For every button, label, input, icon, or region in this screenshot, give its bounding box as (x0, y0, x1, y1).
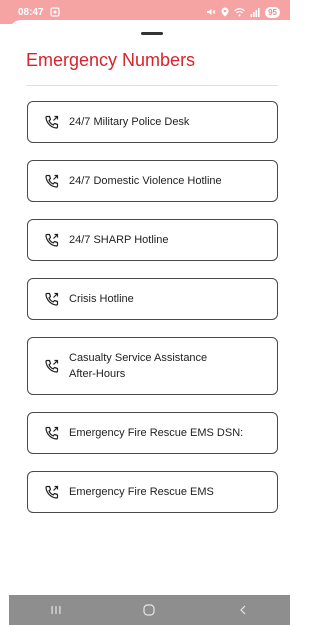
phone-outgoing-icon (44, 425, 60, 441)
status-right: 95 (206, 6, 280, 18)
phone-outgoing-icon (44, 291, 60, 307)
list-item-label: Emergency Fire Rescue EMS (69, 486, 214, 498)
page-title: Emergency Numbers (26, 50, 196, 70)
recent-apps-button[interactable] (36, 604, 76, 616)
wifi-icon (234, 7, 246, 16)
list-item-military-police[interactable]: 24/7 Military Police Desk (27, 101, 278, 143)
mute-icon (207, 9, 216, 15)
list-item-label: Emergency Fire Rescue EMS DSN: (69, 427, 244, 439)
phone-outgoing-icon (44, 358, 60, 374)
phone-outgoing-icon (44, 232, 60, 248)
list-item-casualty-assistance[interactable]: Casualty Service Assistance After-Hours (27, 337, 278, 395)
status-left: 08:47 (18, 7, 60, 18)
home-button[interactable] (129, 603, 169, 617)
back-icon (240, 605, 246, 615)
list-item-domestic-violence[interactable]: 24/7 Domestic Violence Hotline (27, 160, 278, 202)
list-item-crisis-hotline[interactable]: Crisis Hotline (27, 278, 278, 320)
screenshot-icon (49, 7, 60, 17)
divider (26, 85, 278, 86)
phone-outgoing-icon (44, 114, 60, 130)
list-item-sharp-hotline[interactable]: 24/7 SHARP Hotline (27, 219, 278, 261)
battery-badge: 95 (265, 6, 280, 18)
list-item-fire-rescue[interactable]: Emergency Fire Rescue EMS (27, 471, 278, 513)
list-item-label: Crisis Hotline (69, 293, 134, 305)
system-nav-bar (9, 595, 290, 625)
list-item-label: 24/7 SHARP Hotline (69, 234, 169, 246)
home-icon (143, 604, 156, 616)
signal-icon (250, 7, 260, 17)
list-item-fire-rescue-dsn[interactable]: Emergency Fire Rescue EMS DSN: (27, 412, 278, 454)
back-button[interactable] (223, 604, 263, 616)
list-item-label: 24/7 Military Police Desk (69, 116, 190, 128)
list-item-label: Casualty Service Assistance After-Hours (69, 352, 208, 380)
location-icon (221, 7, 229, 17)
recent-apps-icon (51, 606, 61, 614)
status-time: 08:47 (18, 6, 44, 18)
emergency-list: 24/7 Military Police Desk 24/7 Domestic … (27, 101, 278, 530)
list-item-label: 24/7 Domestic Violence Hotline (69, 175, 222, 187)
phone-outgoing-icon (44, 173, 60, 189)
bottom-sheet: Emergency Numbers 24/7 Military Police D… (9, 20, 290, 595)
phone-outgoing-icon (44, 484, 60, 500)
drag-handle[interactable] (141, 32, 163, 35)
